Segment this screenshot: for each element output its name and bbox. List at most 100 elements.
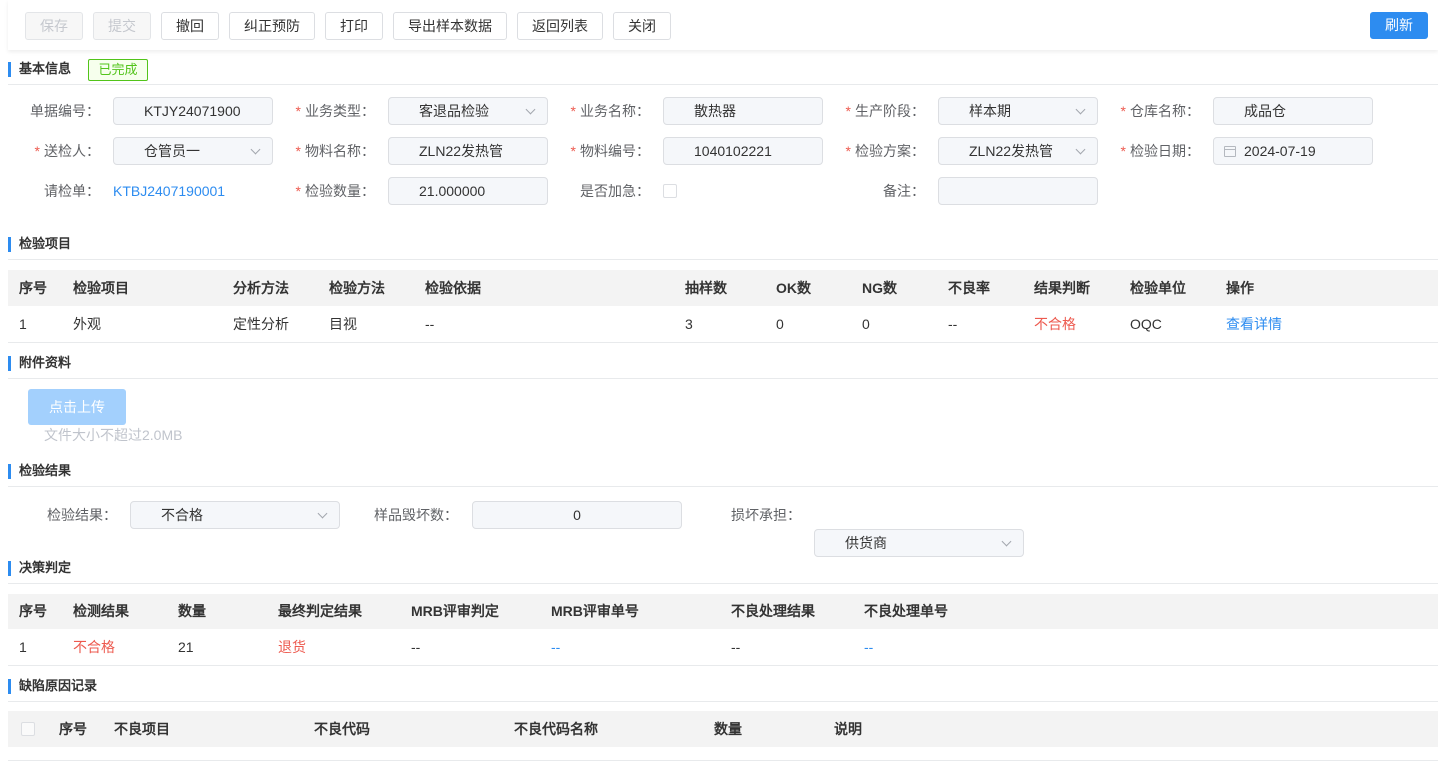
required-mark: * [845,103,851,119]
view-details-link[interactable]: 查看详情 [1215,306,1438,342]
save-button[interactable]: 保存 [25,12,83,40]
section-title: 检验项目 [19,236,72,251]
warehouse-name-input[interactable]: 成品仓 [1213,97,1373,125]
back-to-list-button[interactable]: 返回列表 [517,12,603,40]
table-row: 1 外观 定性分析 目视 -- 3 0 0 -- 不合格 OQC 查看详情 [8,306,1438,343]
field-doc-no: *单据编号： KTJY24071900 [0,97,275,125]
field-label-text: 检验方案： [855,143,925,159]
table-cell: 1 [19,316,27,332]
section-accent-bar [8,237,11,252]
table-cell: 21 [178,639,194,655]
field-label: * 物料名称： [275,137,375,165]
chevron-down-icon [525,104,536,115]
column-header: 序号 [19,280,47,296]
field-label: * 送检人： [0,137,100,165]
field-business-name: * 业务名称： 散热器 [550,97,825,125]
column-header: 检验方法 [329,280,385,296]
date-value: 2024-07-19 [1244,143,1316,159]
required-mark: * [1120,103,1126,119]
table-cell: -- [411,639,421,655]
section-basic-info: 基本信息 已完成 [8,54,1438,85]
field-material-name: * 物料名称： ZLN22发热管 [275,137,550,165]
field-label: * 物料编号： [550,137,650,165]
submit-button[interactable]: 提交 [93,12,151,40]
field-label-text: 备注： [883,183,925,199]
field-label-text: 检验数量： [305,183,375,199]
field-warehouse-name: * 仓库名称： 成品仓 [1100,97,1375,125]
business-type-select[interactable]: 客退品检验 [388,97,548,125]
table-cell: 定性分析 [233,316,289,332]
select-all-checkbox[interactable] [21,722,35,736]
section-title: 附件资料 [19,355,72,370]
section-accent-bar [8,356,11,371]
request-no-link[interactable]: KTBJ2407190001 [113,177,225,205]
required-mark: * [295,143,301,159]
column-header: 结果判断 [1034,280,1090,296]
column-header: 不良处理单号 [864,603,948,619]
column-header: 检验项目 [73,280,129,296]
material-code-input[interactable]: 1040102221 [663,137,823,165]
required-mark: * [570,103,576,119]
table-cell: -- [731,639,741,655]
field-label: * 仓库名称： [1100,97,1200,125]
field-material-code: * 物料编号： 1040102221 [550,137,825,165]
table-cell: 3 [685,316,693,332]
section-accent-bar [8,62,11,77]
doc-no-input[interactable]: KTJY24071900 [113,97,273,125]
chevron-down-icon [317,508,328,519]
table-cell: 0 [862,316,870,332]
field-label-text: 仓库名称： [1130,103,1200,119]
close-button[interactable]: 关闭 [613,12,671,40]
column-header: 不良代码 [314,721,370,737]
required-mark: * [34,143,40,159]
inspection-date-picker[interactable]: 2024-07-19 [1213,137,1373,165]
field-label: 检验结果： [47,507,117,523]
column-header: 说明 [834,721,862,737]
urgent-checkbox[interactable] [663,184,677,198]
field-label: *单据编号： [0,97,100,125]
mrb-review-no-link[interactable]: -- [540,629,720,665]
required-mark: * [295,103,301,119]
calendar-icon [1224,146,1236,157]
field-label: *请检单： [0,177,100,205]
field-production-stage: * 生产阶段： 样本期 [825,97,1100,125]
column-header: 抽样数 [685,280,727,296]
column-header: MRB评审判定 [411,603,499,619]
field-label-text: 请检单： [44,183,100,199]
inspection-result-select[interactable]: 不合格 [130,501,340,529]
export-sample-data-button[interactable]: 导出样本数据 [393,12,507,40]
inspection-qty-input[interactable]: 21.000000 [388,177,548,205]
upload-button[interactable]: 点击上传 [28,389,126,425]
refresh-button[interactable]: 刷新 [1370,12,1428,39]
column-header: MRB评审单号 [551,603,639,619]
section-inspection-items: 检验项目 [8,229,1438,260]
section-title: 检验结果 [19,463,72,478]
submitter-select[interactable]: 仓管员一 [113,137,273,165]
section-accent-bar [8,679,11,694]
section-decision: 决策判定 [8,553,1438,584]
table-cell: 目视 [329,316,357,332]
field-submitter: * 送检人： 仓管员一 [0,137,275,165]
column-header: 序号 [19,603,47,619]
print-button[interactable]: 打印 [325,12,383,40]
table-cell: 外观 [73,316,101,332]
section-title: 决策判定 [19,560,72,575]
select-value: 不合格 [161,507,203,523]
material-name-input[interactable]: ZLN22发热管 [388,137,548,165]
corrective-action-button[interactable]: 纠正预防 [229,12,315,40]
damaged-samples-input[interactable]: 0 [472,501,682,529]
section-accent-bar [8,561,11,576]
inspection-plan-select[interactable]: ZLN22发热管 [938,137,1098,165]
defect-handling-no-link[interactable]: -- [853,629,1438,665]
final-judgement: 退货 [278,639,306,655]
required-mark: * [570,143,576,159]
column-header: 检验依据 [425,280,481,296]
field-label: 损坏承担： [731,507,801,523]
business-name-input[interactable]: 散热器 [663,97,823,125]
column-header: NG数 [862,280,897,296]
production-stage-select[interactable]: 样本期 [938,97,1098,125]
field-label-text: 送检人： [44,143,100,159]
withdraw-button[interactable]: 撤回 [161,12,219,40]
table-cell: -- [425,316,435,332]
remark-input[interactable] [938,177,1098,205]
